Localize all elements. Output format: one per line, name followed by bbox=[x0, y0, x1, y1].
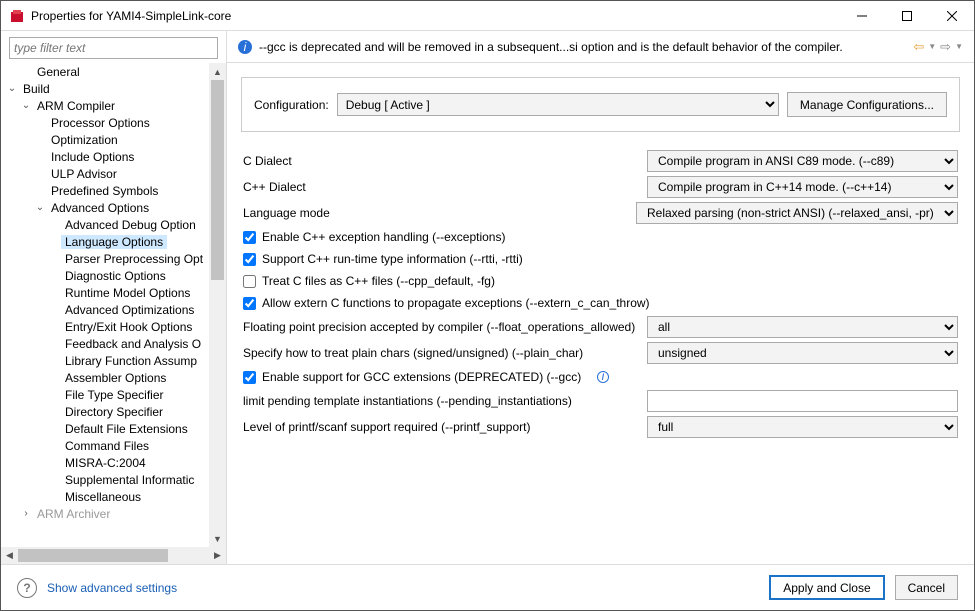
printf-support-select[interactable]: full bbox=[647, 416, 958, 438]
tree-item[interactable]: Diagnostic Options bbox=[61, 269, 170, 283]
tree-item[interactable]: Parser Preprocessing Opt bbox=[61, 252, 207, 266]
tree-item[interactable]: Command Files bbox=[61, 439, 153, 453]
tree-item[interactable]: Predefined Symbols bbox=[47, 184, 162, 198]
expander-icon[interactable]: ⌄ bbox=[19, 100, 33, 111]
scroll-right-icon[interactable]: ▶ bbox=[209, 550, 226, 561]
tree-horizontal-scrollbar[interactable]: ◀ ▶ bbox=[1, 547, 226, 564]
tree-item[interactable]: Advanced Options bbox=[47, 201, 153, 215]
tree-item[interactable]: MISRA-C:2004 bbox=[61, 456, 150, 470]
plain-char-label: Specify how to treat plain chars (signed… bbox=[243, 346, 639, 360]
tree-item-selected[interactable]: Language Options bbox=[61, 235, 167, 249]
form-area: C Dialect Compile program in ANSI C89 mo… bbox=[227, 138, 974, 564]
help-icon[interactable]: ? bbox=[17, 578, 37, 598]
nav-back-icon[interactable]: ⇦ bbox=[912, 39, 925, 55]
expander-icon[interactable]: ⌄ bbox=[33, 202, 47, 213]
gcc-label: Enable support for GCC extensions (DEPRE… bbox=[262, 370, 581, 384]
tree-item[interactable]: ARM Archiver bbox=[33, 507, 114, 521]
close-button[interactable] bbox=[929, 1, 974, 30]
cpp-dialect-label: C++ Dialect bbox=[243, 180, 639, 194]
language-mode-select[interactable]: Relaxed parsing (non-strict ANSI) (--rel… bbox=[636, 202, 958, 224]
tree-item[interactable]: Runtime Model Options bbox=[61, 286, 194, 300]
cpp-default-label: Treat C files as C++ files (--cpp_defaul… bbox=[262, 274, 495, 288]
c-dialect-select[interactable]: Compile program in ANSI C89 mode. (--c89… bbox=[647, 150, 958, 172]
plain-char-select[interactable]: unsigned bbox=[647, 342, 958, 364]
float-precision-select[interactable]: all bbox=[647, 316, 958, 338]
tree-item[interactable]: Directory Specifier bbox=[61, 405, 167, 419]
apply-and-close-button[interactable]: Apply and Close bbox=[769, 575, 884, 600]
scroll-down-icon[interactable]: ▼ bbox=[209, 530, 226, 547]
gcc-checkbox[interactable] bbox=[243, 371, 256, 384]
tree-item[interactable]: Assembler Options bbox=[61, 371, 170, 385]
info-icon: i bbox=[237, 39, 253, 55]
configuration-box: Configuration: Debug [ Active ] Manage C… bbox=[241, 77, 960, 132]
show-advanced-link[interactable]: Show advanced settings bbox=[47, 581, 177, 595]
scroll-left-icon[interactable]: ◀ bbox=[1, 550, 18, 561]
exceptions-checkbox[interactable] bbox=[243, 231, 256, 244]
rtti-label: Support C++ run-time type information (-… bbox=[262, 252, 523, 266]
tree-item[interactable]: Miscellaneous bbox=[61, 490, 145, 504]
window-title: Properties for YAMI4-SimpleLink-core bbox=[31, 9, 839, 23]
extern-c-label: Allow extern C functions to propagate ex… bbox=[262, 296, 650, 310]
maximize-button[interactable] bbox=[884, 1, 929, 30]
tree-item[interactable]: ULP Advisor bbox=[47, 167, 121, 181]
nav-tree[interactable]: General ⌄Build ⌄ARM Compiler Processor O… bbox=[1, 63, 209, 547]
footer: ? Show advanced settings Apply and Close… bbox=[1, 564, 974, 610]
c-dialect-label: C Dialect bbox=[243, 154, 639, 168]
nav-forward-menu-icon[interactable]: ▼ bbox=[954, 42, 964, 51]
cpp-dialect-select[interactable]: Compile program in C++14 mode. (--c++14) bbox=[647, 176, 958, 198]
message-banner: i --gcc is deprecated and will be remove… bbox=[227, 31, 974, 63]
tree-item[interactable]: Optimization bbox=[47, 133, 122, 147]
configuration-select[interactable]: Debug [ Active ] bbox=[337, 93, 779, 116]
manage-configurations-button[interactable]: Manage Configurations... bbox=[787, 92, 947, 117]
scroll-thumb[interactable] bbox=[211, 80, 224, 280]
tree-item[interactable]: Advanced Optimizations bbox=[61, 303, 198, 317]
tree-item[interactable]: Include Options bbox=[47, 150, 138, 164]
tree-item[interactable]: Feedback and Analysis O bbox=[61, 337, 205, 351]
tree-item[interactable]: General bbox=[33, 65, 84, 79]
tree-item[interactable]: Library Function Assump bbox=[61, 354, 201, 368]
float-precision-label: Floating point precision accepted by com… bbox=[243, 320, 639, 334]
tree-item[interactable]: Processor Options bbox=[47, 116, 154, 130]
svg-text:i: i bbox=[244, 40, 247, 54]
tree-item[interactable]: Entry/Exit Hook Options bbox=[61, 320, 196, 334]
cpp-default-checkbox[interactable] bbox=[243, 275, 256, 288]
cancel-button[interactable]: Cancel bbox=[895, 575, 958, 600]
svg-text:i: i bbox=[601, 371, 604, 383]
tree-item[interactable]: Default File Extensions bbox=[61, 422, 192, 436]
tree-item[interactable]: File Type Specifier bbox=[61, 388, 168, 402]
minimize-button[interactable] bbox=[839, 1, 884, 30]
tree-item[interactable]: Advanced Debug Option bbox=[61, 218, 200, 232]
expander-icon[interactable]: › bbox=[19, 508, 33, 519]
scroll-thumb[interactable] bbox=[18, 549, 168, 562]
tree-item[interactable]: Build bbox=[19, 82, 54, 96]
configuration-label: Configuration: bbox=[254, 98, 329, 112]
tree-item[interactable]: ARM Compiler bbox=[33, 99, 119, 113]
expander-icon[interactable]: ⌄ bbox=[5, 83, 19, 94]
app-icon bbox=[9, 8, 25, 24]
language-mode-label: Language mode bbox=[243, 206, 628, 220]
printf-support-label: Level of printf/scanf support required (… bbox=[243, 420, 639, 434]
info-icon: i bbox=[597, 371, 609, 383]
rtti-checkbox[interactable] bbox=[243, 253, 256, 266]
extern-c-checkbox[interactable] bbox=[243, 297, 256, 310]
left-pane: General ⌄Build ⌄ARM Compiler Processor O… bbox=[1, 31, 227, 564]
pending-instantiations-label: limit pending template instantiations (-… bbox=[243, 394, 639, 408]
titlebar: Properties for YAMI4-SimpleLink-core bbox=[1, 1, 974, 31]
nav-back-menu-icon[interactable]: ▼ bbox=[927, 42, 937, 51]
banner-message: --gcc is deprecated and will be removed … bbox=[259, 40, 906, 54]
nav-forward-icon[interactable]: ⇨ bbox=[939, 39, 952, 55]
tree-vertical-scrollbar[interactable]: ▲ ▼ bbox=[209, 63, 226, 547]
scroll-up-icon[interactable]: ▲ bbox=[209, 63, 226, 80]
filter-input[interactable] bbox=[9, 37, 218, 59]
exceptions-label: Enable C++ exception handling (--excepti… bbox=[262, 230, 505, 244]
pending-instantiations-input[interactable] bbox=[647, 390, 958, 412]
tree-item[interactable]: Supplemental Informatic bbox=[61, 473, 198, 487]
